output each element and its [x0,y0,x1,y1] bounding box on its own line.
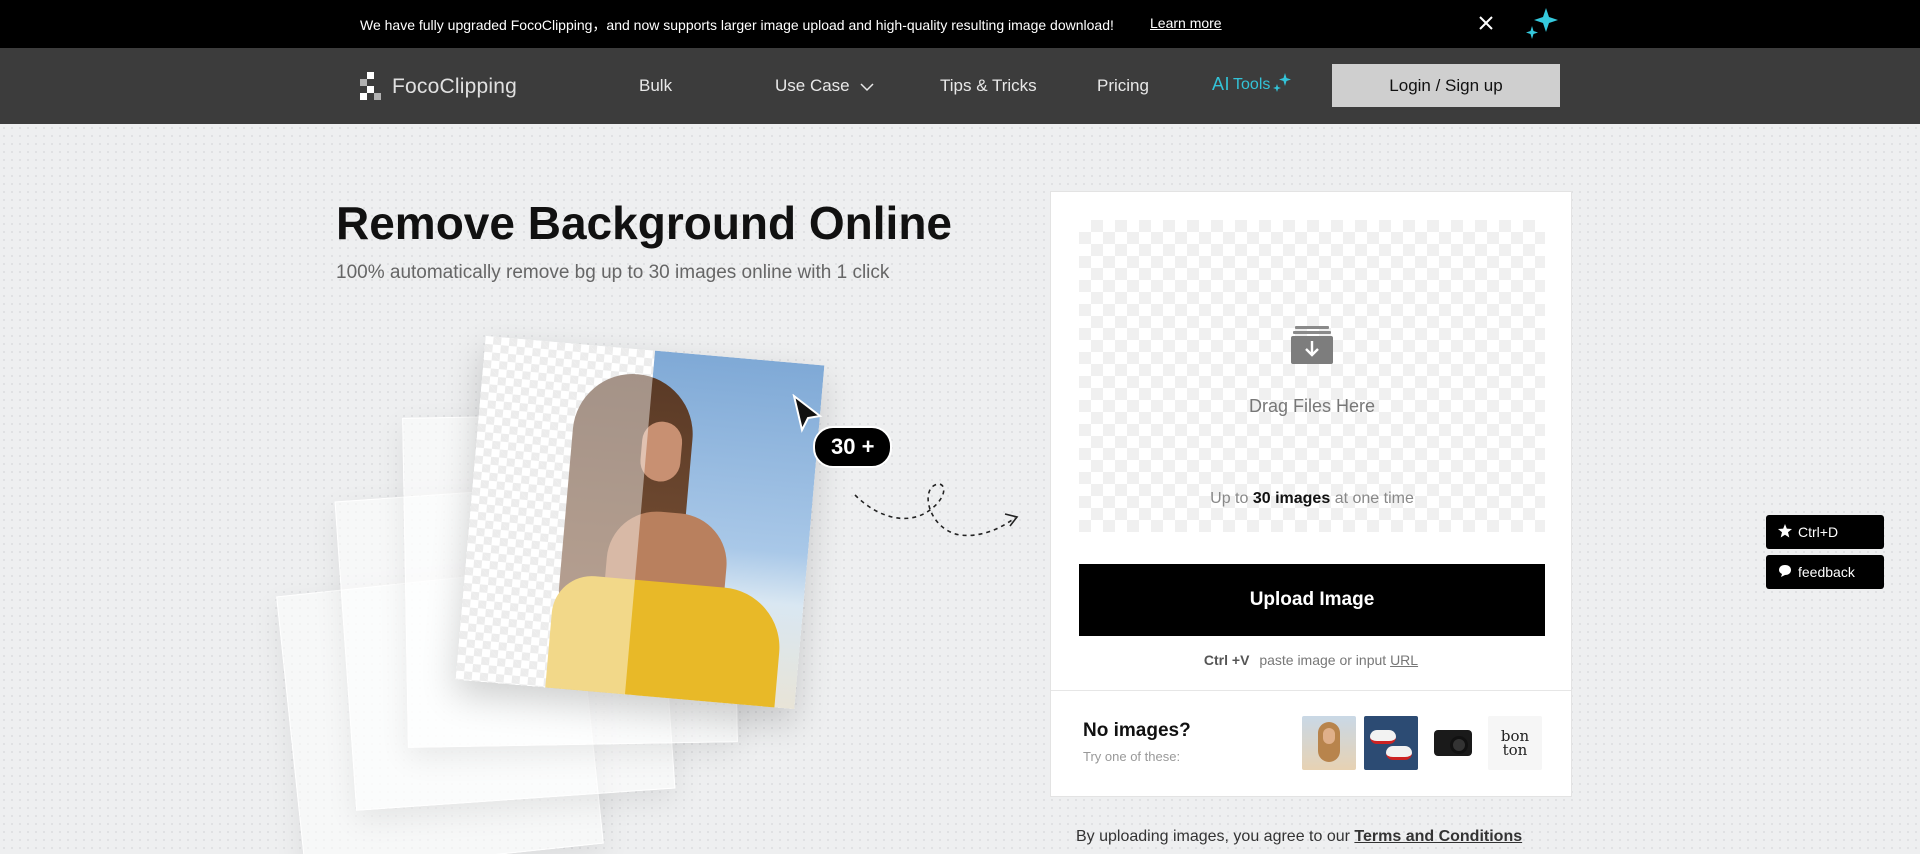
announcement-bar: We have fully upgraded FocoClipping，and … [0,0,1920,48]
terms-notice: By uploading images, you agree to our Te… [1076,828,1522,846]
close-icon[interactable] [1475,12,1497,34]
limit-suffix: at one time [1334,490,1414,507]
terms-link[interactable]: Terms and Conditions [1354,828,1522,845]
dashed-arrow-icon [850,480,1030,565]
no-images-subtitle: Try one of these: [1083,749,1181,764]
logo-text: FocoClipping [392,75,517,98]
login-signup-button[interactable]: Login / Sign up [1332,64,1560,107]
ai-tools-label: Tools [1233,75,1271,93]
paste-shortcut: Ctrl +V [1203,652,1250,668]
chevron-down-icon [860,77,874,97]
sparkle-small-icon [1272,72,1292,97]
paste-text: paste image or input [1259,652,1387,668]
paste-hint: Ctrl +V paste image or input URL [1051,652,1571,668]
nav-tips-tricks[interactable]: Tips & Tricks [940,76,1037,96]
upload-panel: Drag Files Here Up to 30 images at one t… [1050,191,1572,797]
upload-image-button[interactable]: Upload Image [1079,564,1545,636]
sample-images: bon ton [1302,716,1542,770]
terms-prefix: By uploading images, you agree to our [1076,828,1350,845]
feedback-button[interactable]: feedback [1766,555,1884,589]
sample-image-logo[interactable]: bon ton [1488,716,1542,770]
upload-limit-text: Up to 30 images at one time [1079,490,1545,508]
demo-photo [455,335,825,710]
page-subtitle: 100% automatically remove bg up to 30 im… [336,262,890,283]
drag-files-text: Drag Files Here [1248,396,1376,416]
logo[interactable]: FocoClipping [360,72,517,102]
page-title: Remove Background Online [336,197,953,249]
nav-pricing[interactable]: Pricing [1097,76,1149,96]
learn-more-link[interactable]: Learn more [1150,15,1222,31]
sparkle-icon [1524,6,1560,45]
hero-illustration: 30 + [276,330,1040,854]
bookmark-shortcut: Ctrl+D [1798,524,1839,540]
star-icon [1778,523,1792,541]
sample-image-sneakers[interactable] [1364,716,1418,770]
ai-prefix: AI [1212,74,1231,94]
nav-bulk[interactable]: Bulk [639,76,672,96]
drop-zone[interactable]: Drag Files Here Up to 30 images at one t… [1079,220,1545,532]
sample-image-woman[interactable] [1302,716,1356,770]
chat-bubble-icon [1778,564,1792,581]
limit-bold: 30 images [1252,490,1331,507]
download-tray-icon [1291,326,1333,371]
divider [1051,690,1571,691]
nav-ai-tools[interactable]: AI Tools [1212,72,1292,97]
announcement-message: We have fully upgraded FocoClipping，and … [360,17,1114,33]
logo-icon [360,72,382,102]
url-input-link[interactable]: URL [1390,652,1418,668]
no-images-title: No images? [1083,720,1191,741]
bookmark-button[interactable]: Ctrl+D [1766,515,1884,549]
limit-prefix: Up to [1210,490,1249,507]
image-count-badge: 30 + [813,426,893,468]
top-nav: FocoClipping Bulk Use Case Tips & Tricks… [0,48,1920,124]
feedback-label: feedback [1798,564,1855,580]
sample-image-camera[interactable] [1426,716,1480,770]
nav-use-case-label: Use Case [775,76,850,95]
nav-use-case[interactable]: Use Case [775,76,874,97]
sample-logo-text: bon ton [1500,727,1530,759]
